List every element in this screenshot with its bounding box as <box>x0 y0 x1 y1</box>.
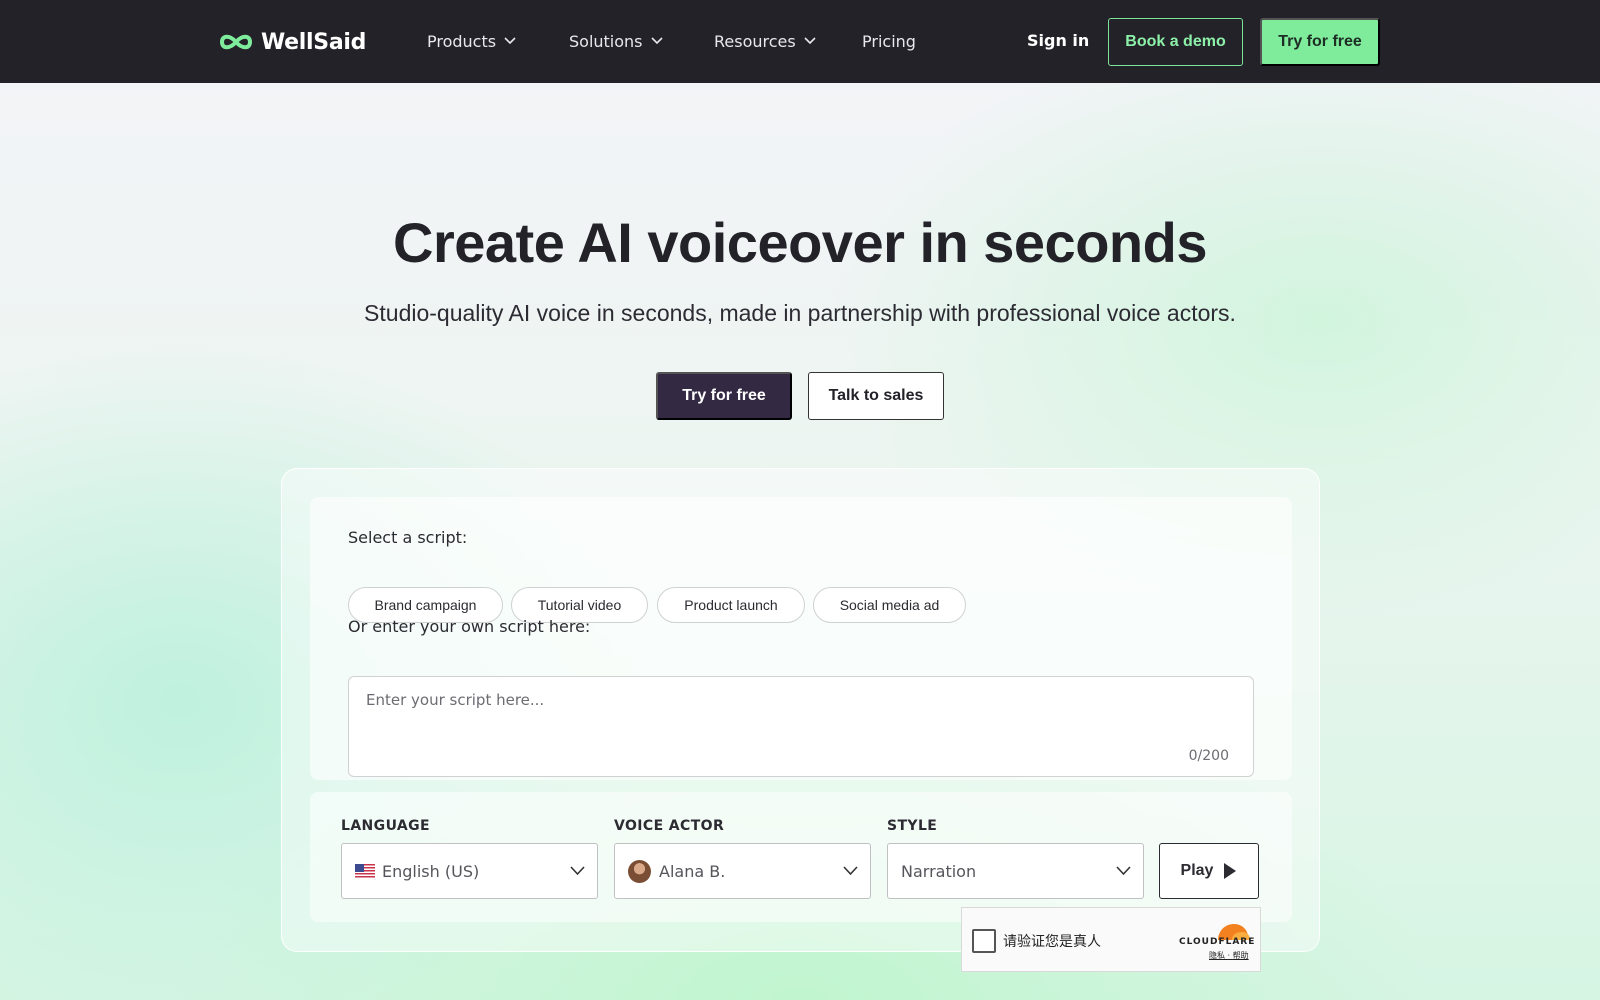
script-panel: Select a script: Brand campaign Tutorial… <box>310 497 1292 780</box>
nav-pricing[interactable]: Pricing <box>862 28 916 54</box>
chevron-down-icon <box>570 866 585 876</box>
voice-actor-select[interactable]: Alana B. <box>614 843 871 899</box>
chevron-down-icon <box>843 866 858 876</box>
character-count: 0/200 <box>1188 748 1229 764</box>
nav-resources[interactable]: Resources <box>714 28 816 54</box>
captcha-help-link[interactable]: 帮助 <box>1233 951 1249 960</box>
wellsaid-logo-icon <box>219 34 253 50</box>
captcha-checkbox[interactable] <box>972 929 996 953</box>
chevron-down-icon <box>1116 866 1131 876</box>
talk-to-sales-button[interactable]: Talk to sales <box>808 372 944 420</box>
cloudflare-turnstile: 请验证您是真人 CLOUDFLARE 隐私 · 帮助 <box>961 907 1261 972</box>
captcha-text: 请验证您是真人 <box>1003 934 1101 950</box>
script-chip-product-launch[interactable]: Product launch <box>657 587 805 623</box>
script-chip-social-media-ad[interactable]: Social media ad <box>813 587 966 623</box>
captcha-links: 隐私 · 帮助 <box>1209 950 1249 961</box>
own-script-label: Or enter your own script here: <box>348 617 591 636</box>
captcha-privacy-link[interactable]: 隐私 <box>1209 951 1225 960</box>
chevron-down-icon <box>504 37 516 45</box>
play-icon <box>1224 863 1237 879</box>
voice-actor-avatar <box>628 859 651 883</box>
nav-solutions-label: Solutions <box>569 31 643 51</box>
hero-title-light: Create AI voiceover <box>393 211 905 274</box>
captcha-link-separator: · <box>1227 951 1231 960</box>
hero-title: Create AI voiceover in seconds <box>0 210 1600 275</box>
language-label: LANGUAGE <box>341 818 430 834</box>
sign-in-link[interactable]: Sign in <box>1027 28 1089 54</box>
us-flag-icon <box>355 863 375 879</box>
hero-subtitle: Studio-quality AI voice in seconds, made… <box>364 300 1236 326</box>
style-select[interactable]: Narration <box>887 843 1144 899</box>
nav-pricing-label: Pricing <box>862 31 916 51</box>
style-label: STYLE <box>887 818 938 834</box>
language-select[interactable]: English (US) <box>341 843 598 899</box>
voice-actor-label: VOICE ACTOR <box>614 818 725 834</box>
nav-products-label: Products <box>427 31 497 51</box>
nav-solutions[interactable]: Solutions <box>569 28 663 54</box>
script-input[interactable]: Enter your script here... 0/200 <box>348 676 1254 777</box>
brand-name: WellSaid <box>261 29 367 55</box>
chevron-down-icon <box>650 37 663 45</box>
nav-try-free-button[interactable]: Try for free <box>1260 18 1380 66</box>
select-script-label: Select a script: <box>348 528 468 547</box>
cloudflare-brand: CLOUDFLARE <box>1179 937 1256 947</box>
language-value: English (US) <box>382 861 480 881</box>
top-navigation: WellSaid Products Solutions Resources Pr… <box>0 0 1600 83</box>
nav-resources-label: Resources <box>714 31 796 51</box>
voice-settings-panel: LANGUAGE English (US) VOICE ACTOR Alana … <box>310 792 1292 922</box>
play-label: Play <box>1180 862 1214 879</box>
script-placeholder: Enter your script here... <box>366 691 545 709</box>
book-demo-button[interactable]: Book a demo <box>1108 18 1243 66</box>
wellsaid-logo[interactable]: WellSaid <box>219 27 366 57</box>
voice-demo-card: Select a script: Brand campaign Tutorial… <box>281 468 1320 952</box>
voice-actor-value: Alana B. <box>659 861 726 881</box>
play-button[interactable]: Play <box>1159 843 1259 899</box>
hero-try-free-button[interactable]: Try for free <box>656 372 792 420</box>
hero-title-bold: in seconds <box>919 211 1207 274</box>
nav-products[interactable]: Products <box>427 28 516 54</box>
chevron-down-icon <box>804 37 816 45</box>
style-value: Narration <box>901 861 977 881</box>
